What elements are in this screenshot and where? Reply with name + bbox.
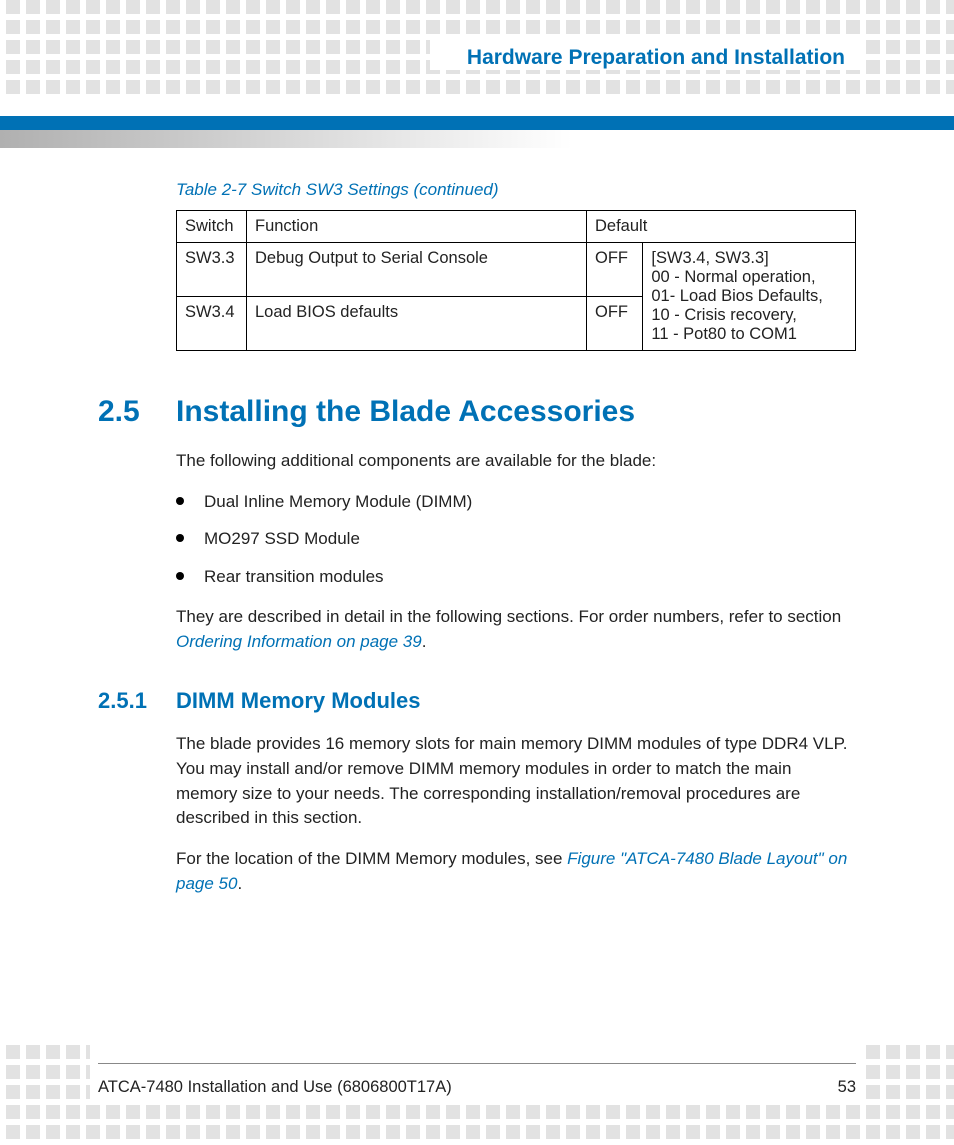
text: . — [237, 874, 242, 893]
subsection-para: For the location of the DIMM Memory modu… — [176, 847, 856, 896]
section-heading: 2.5 Installing the Blade Accessories — [98, 395, 856, 429]
table-header-row: Switch Function Default — [177, 211, 856, 243]
cell-switch: SW3.4 — [177, 297, 247, 351]
subsection-number: 2.5.1 — [98, 688, 176, 714]
subsection-para: The blade provides 16 memory slots for m… — [176, 732, 856, 831]
section-para: They are described in detail in the foll… — [176, 605, 856, 654]
cell-switch: SW3.3 — [177, 243, 247, 297]
switch-settings-table: Switch Function Default SW3.3 Debug Outp… — [176, 210, 856, 351]
section-title: Installing the Blade Accessories — [176, 395, 635, 429]
cell-default: OFF — [587, 243, 643, 297]
text: They are described in detail in the foll… — [176, 607, 841, 626]
text: For the location of the DIMM Memory modu… — [176, 849, 567, 868]
header-shadow — [0, 130, 954, 148]
table-row: SW3.3 Debug Output to Serial Console OFF… — [177, 243, 856, 297]
table-caption: Table 2-7 Switch SW3 Settings (continued… — [176, 180, 856, 200]
text: . — [422, 632, 427, 651]
subsection-title: DIMM Memory Modules — [176, 688, 420, 714]
th-default: Default — [587, 211, 856, 243]
list-item: MO297 SSD Module — [176, 527, 856, 551]
cell-notes: [SW3.4, SW3.3] 00 - Normal operation, 01… — [643, 243, 856, 351]
link-ordering-info[interactable]: Ordering Information on page 39 — [176, 632, 422, 651]
component-list: Dual Inline Memory Module (DIMM) MO297 S… — [176, 490, 856, 589]
section-number: 2.5 — [98, 395, 176, 429]
cell-function: Load BIOS defaults — [247, 297, 587, 351]
footer-page-number: 53 — [838, 1078, 856, 1097]
list-item: Rear transition modules — [176, 565, 856, 589]
section-intro: The following additional components are … — [176, 449, 856, 474]
subsection-heading: 2.5.1 DIMM Memory Modules — [98, 688, 856, 714]
footer-doc-title: ATCA-7480 Installation and Use (6806800T… — [98, 1078, 452, 1097]
th-function: Function — [247, 211, 587, 243]
list-item: Dual Inline Memory Module (DIMM) — [176, 490, 856, 514]
header-rule — [0, 116, 954, 130]
chapter-title: Hardware Preparation and Installation — [463, 46, 849, 70]
th-switch: Switch — [177, 211, 247, 243]
cell-default: OFF — [587, 297, 643, 351]
page-footer: ATCA-7480 Installation and Use (6806800T… — [98, 1063, 856, 1097]
cell-function: Debug Output to Serial Console — [247, 243, 587, 297]
page-content: Table 2-7 Switch SW3 Settings (continued… — [98, 180, 856, 912]
